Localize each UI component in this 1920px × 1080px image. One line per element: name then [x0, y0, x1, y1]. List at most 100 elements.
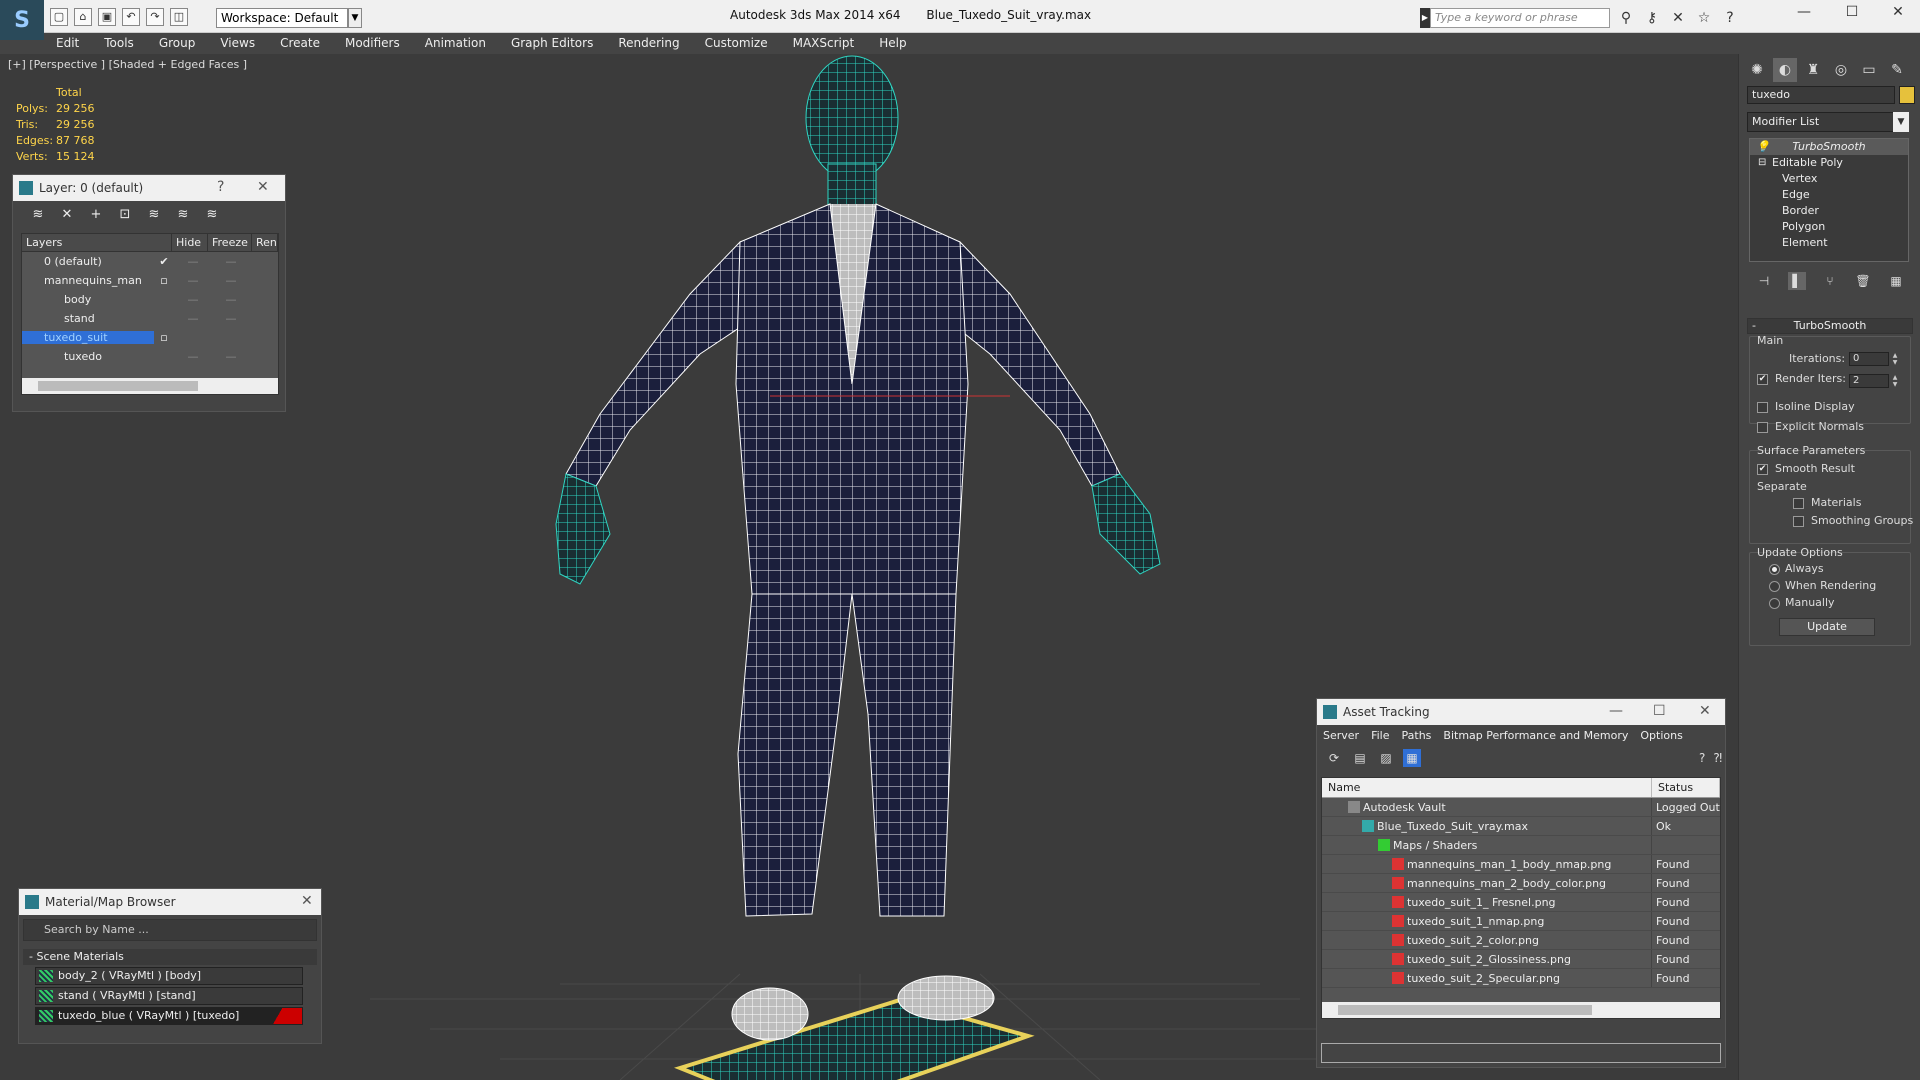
delete-layer-icon[interactable]: ✕ — [58, 206, 76, 224]
open-file-icon[interactable]: ⌂ — [74, 8, 92, 26]
subobject-item[interactable]: Border — [1750, 203, 1908, 219]
close-icon[interactable]: ✕ — [1699, 703, 1711, 719]
scrollbar-thumb[interactable] — [38, 381, 198, 391]
subobject-item[interactable]: Element — [1750, 235, 1908, 251]
layer-panel-titlebar[interactable]: Layer: 0 (default) ? ✕ — [13, 175, 285, 201]
material-item[interactable]: stand ( VRayMtl ) [stand] — [35, 987, 303, 1005]
refresh-icon[interactable]: ⟳ — [1325, 749, 1343, 767]
hide-toggle[interactable]: — — [174, 293, 212, 306]
search-expand-icon[interactable]: ▶ — [1420, 8, 1430, 28]
column-freeze[interactable]: Freeze — [208, 234, 252, 251]
turbosmooth-rollout-header[interactable]: - TurboSmooth — [1747, 318, 1913, 334]
modifier-stack-item[interactable]: ⊟ Editable Poly — [1750, 155, 1908, 171]
pin-stack-icon[interactable]: ⊣ — [1755, 272, 1773, 290]
modifier-stack-item[interactable]: 💡 TurboSmooth — [1750, 139, 1908, 155]
render-iters-checkbox[interactable]: ✔ — [1757, 374, 1768, 385]
new-file-icon[interactable]: ▢ — [50, 8, 68, 26]
create-layer-icon[interactable]: ≋ — [29, 206, 47, 224]
layer-row[interactable]: body — — — [22, 290, 278, 309]
minimize-icon[interactable]: — — [1609, 703, 1623, 719]
undo-icon[interactable]: ↶ — [122, 8, 140, 26]
smoothing-groups-checkbox[interactable] — [1793, 516, 1804, 527]
manually-radio[interactable] — [1769, 598, 1780, 609]
menu-views[interactable]: Views — [220, 36, 255, 50]
layer-row[interactable]: stand — — — [22, 309, 278, 328]
asset-row[interactable]: tuxedo_suit_1_ Fresnel.png Found — [1322, 893, 1720, 912]
menu-options[interactable]: Options — [1640, 729, 1682, 742]
subobject-item[interactable]: Polygon — [1750, 219, 1908, 235]
freeze-toggle[interactable]: — — [212, 293, 250, 306]
select-objects-icon[interactable]: ⊡ — [116, 206, 134, 224]
app-logo-icon[interactable]: S — [0, 0, 44, 40]
minimize-window-icon[interactable]: — — [1786, 4, 1822, 20]
render-iters-spinner[interactable]: 2 — [1849, 374, 1889, 388]
motion-tab-icon[interactable]: ◎ — [1829, 58, 1853, 82]
layer-activate-icon[interactable]: ▫ — [154, 331, 174, 344]
collapse-icon[interactable]: ⊟ — [1758, 155, 1766, 171]
modifier-list-dropdown[interactable]: Modifier List ▼ — [1747, 112, 1909, 132]
menu-graph-editors[interactable]: Graph Editors — [511, 36, 593, 50]
column-render[interactable]: Rend — [252, 234, 278, 251]
redo-icon[interactable]: ↷ — [146, 8, 164, 26]
layer-row[interactable]: mannequins_man ▫ — — — [22, 271, 278, 290]
menu-edit[interactable]: Edit — [56, 36, 79, 50]
context-help-icon[interactable]: ⁈ — [1713, 749, 1722, 767]
maximize-icon[interactable]: ☐ — [1653, 703, 1666, 719]
asset-tracking-titlebar[interactable]: Asset Tracking — ☐ ✕ — [1317, 699, 1725, 725]
asset-row[interactable]: tuxedo_suit_2_Specular.png Found — [1322, 969, 1720, 988]
hierarchy-tab-icon[interactable]: ♜ — [1801, 58, 1825, 82]
column-hide[interactable]: Hide — [172, 234, 208, 251]
create-tab-icon[interactable]: ✺ — [1745, 58, 1769, 82]
hide-toggle[interactable]: — — [174, 312, 212, 325]
show-end-result-icon[interactable]: ▌ — [1788, 272, 1806, 290]
asset-row[interactable]: mannequins_man_1_body_nmap.png Found — [1322, 855, 1720, 874]
project-folder-icon[interactable]: ◫ — [170, 8, 188, 26]
menu-create[interactable]: Create — [280, 36, 320, 50]
active-layer-check-icon[interactable]: ✔ — [154, 255, 174, 268]
workspace-dropdown-arrow-icon[interactable]: ▼ — [348, 8, 362, 28]
materials-checkbox[interactable] — [1793, 498, 1804, 509]
when-rendering-radio[interactable] — [1769, 581, 1780, 592]
asset-row[interactable]: tuxedo_suit_1_nmap.png Found — [1322, 912, 1720, 931]
layer-list-scrollbar[interactable] — [22, 378, 278, 394]
lightbulb-icon[interactable]: 💡 — [1756, 139, 1770, 155]
favorites-star-icon[interactable]: ☆ — [1694, 8, 1714, 28]
configure-modifier-sets-icon[interactable]: ▦ — [1887, 272, 1905, 290]
menu-rendering[interactable]: Rendering — [618, 36, 679, 50]
binoculars-icon[interactable]: ⚲ — [1616, 8, 1636, 28]
menu-customize[interactable]: Customize — [705, 36, 768, 50]
highlight-layer-icon[interactable]: ≋ — [145, 206, 163, 224]
menu-animation[interactable]: Animation — [425, 36, 486, 50]
freeze-toggle[interactable]: — — [212, 312, 250, 325]
freeze-toggle[interactable]: — — [212, 255, 250, 268]
asset-row[interactable]: Blue_Tuxedo_Suit_vray.max Ok — [1322, 817, 1720, 836]
menu-modifiers[interactable]: Modifiers — [345, 36, 400, 50]
layer-activate-icon[interactable]: ▫ — [154, 274, 174, 287]
help-icon[interactable]: ? — [217, 179, 224, 195]
object-color-swatch[interactable] — [1899, 86, 1915, 104]
material-search-input[interactable]: Search by Name ... — [23, 919, 317, 941]
workspace-dropdown[interactable]: Workspace: Default — [216, 8, 348, 28]
iterations-spinner[interactable]: 0 — [1849, 352, 1889, 366]
freeze-toggle[interactable]: — — [212, 274, 250, 287]
list-view-icon[interactable]: ▤ — [1351, 749, 1369, 767]
menu-file[interactable]: File — [1371, 729, 1389, 742]
material-item-selected[interactable]: tuxedo_blue ( VRayMtl ) [tuxedo] — [35, 1007, 303, 1025]
update-button[interactable]: Update — [1779, 618, 1875, 636]
explicit-normals-checkbox[interactable] — [1757, 422, 1768, 433]
chevron-down-icon[interactable]: ▼ — [1893, 112, 1909, 132]
subobject-item[interactable]: Edge — [1750, 187, 1908, 203]
make-unique-icon[interactable]: ⑂ — [1821, 272, 1839, 290]
menu-group[interactable]: Group — [159, 36, 196, 50]
thumbnail-view-icon[interactable]: ▨ — [1377, 749, 1395, 767]
asset-row[interactable]: Maps / Shaders — [1322, 836, 1720, 855]
layer-row[interactable]: tuxedo — — — [22, 347, 278, 366]
asset-row[interactable]: tuxedo_suit_2_color.png Found — [1322, 931, 1720, 950]
material-browser-titlebar[interactable]: Material/Map Browser ✕ — [19, 889, 321, 915]
menu-help[interactable]: Help — [879, 36, 906, 50]
menu-tools[interactable]: Tools — [104, 36, 134, 50]
asset-row[interactable]: Autodesk Vault Logged Out — [1322, 798, 1720, 817]
column-status[interactable]: Status — [1652, 778, 1720, 797]
menu-paths[interactable]: Paths — [1402, 729, 1432, 742]
freeze-all-icon[interactable]: ≋ — [203, 206, 221, 224]
